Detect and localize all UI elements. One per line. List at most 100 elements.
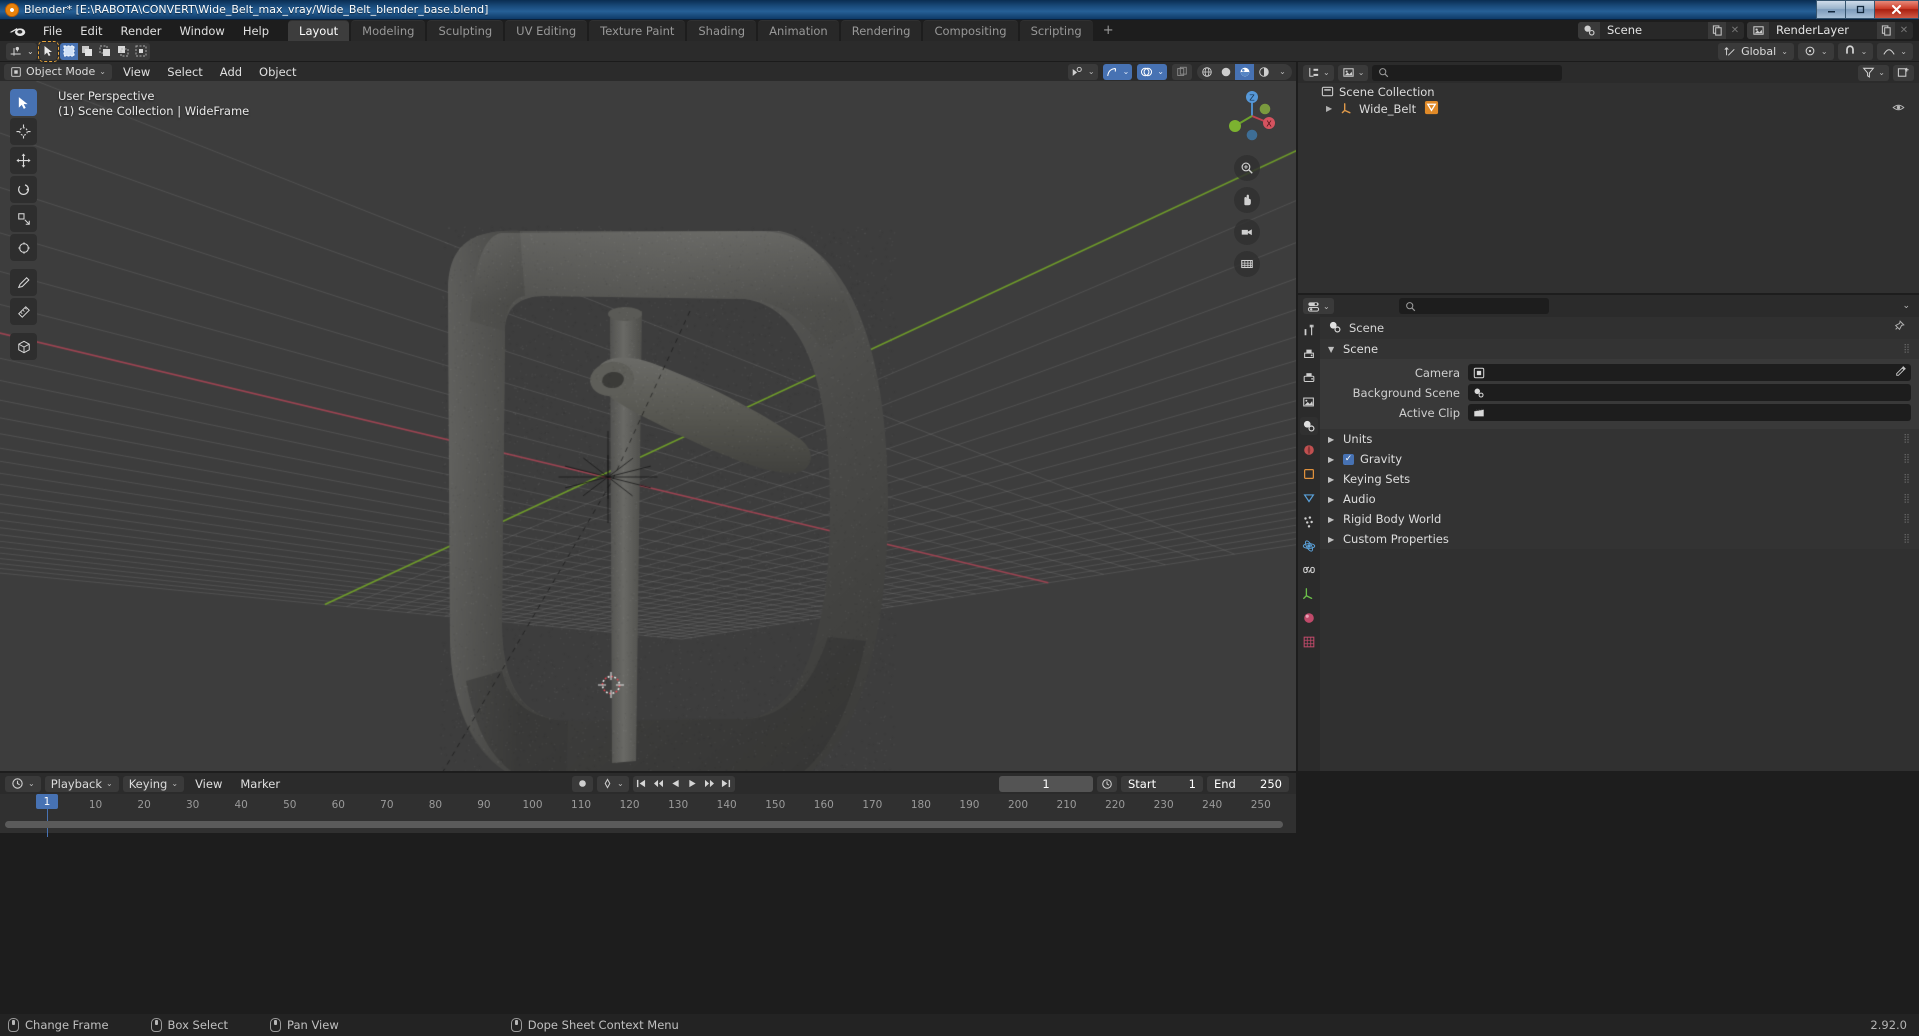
transform-orientation-dropdown[interactable]: Global ⌄ — [1718, 43, 1794, 60]
tab-particles-properties[interactable] — [1300, 513, 1318, 531]
menu-window[interactable]: Window — [170, 22, 233, 40]
move-tool[interactable] — [10, 147, 37, 174]
timeline-menu-keying[interactable]: Keying ⌄ — [123, 776, 184, 792]
tab-physics-properties[interactable] — [1300, 537, 1318, 555]
timeline-playhead[interactable]: 1 — [36, 794, 58, 809]
tab-tool-properties[interactable] — [1300, 321, 1318, 339]
jump-to-start-button[interactable] — [633, 776, 650, 792]
scale-tool[interactable] — [10, 205, 37, 232]
timeline-menu-marker[interactable]: Marker — [233, 776, 287, 792]
end-frame-field[interactable]: End 250 — [1207, 776, 1289, 792]
tab-modeling[interactable]: Modeling — [351, 20, 425, 42]
panel-expand-triangle-icon[interactable]: ▶ — [1328, 435, 1337, 444]
auto-keying-button[interactable] — [572, 776, 593, 792]
tab-output-properties[interactable] — [1300, 369, 1318, 387]
tab-scene-properties[interactable] — [1300, 417, 1318, 435]
active-tool-icon[interactable]: ⌄ — [6, 43, 37, 60]
jump-to-end-button[interactable] — [718, 776, 735, 792]
3d-viewport[interactable]: Object Mode ⌄ View Select Add Object ⌄ ⌄… — [0, 62, 1296, 771]
pan-hand-button[interactable] — [1234, 187, 1260, 213]
shading-rendered-button[interactable] — [1254, 64, 1273, 80]
tab-data-properties[interactable] — [1300, 585, 1318, 603]
tab-shading[interactable]: Shading — [687, 20, 756, 42]
select-extend-button[interactable] — [78, 43, 96, 60]
add-workspace-button[interactable]: + — [1095, 21, 1122, 40]
outliner-filter-button[interactable]: ⌄ — [1858, 65, 1889, 81]
properties-panel[interactable]: ⌄ ⌄ Scene ▼ Scene ⣿ Camera Background Sc… — [1298, 295, 1919, 771]
panel-header-audio[interactable]: ▶ Audio ⣿ — [1320, 489, 1919, 509]
blender-logo-icon[interactable] — [8, 24, 28, 38]
modifier-badge-icon[interactable] — [1424, 100, 1439, 118]
gravity-checkbox[interactable]: ✓ — [1343, 454, 1354, 465]
panel-expand-triangle-icon[interactable]: ▶ — [1328, 495, 1337, 504]
tab-world-properties[interactable] — [1300, 441, 1318, 459]
outliner-display-mode-dropdown[interactable]: ⌄ — [1303, 65, 1334, 81]
play-button[interactable] — [684, 776, 701, 792]
navigation-gizmo[interactable]: Z X — [1222, 86, 1282, 277]
start-frame-field[interactable]: Start 1 — [1121, 776, 1203, 792]
timeline-menu-view[interactable]: View — [188, 776, 229, 792]
tab-modifier-properties[interactable] — [1300, 489, 1318, 507]
object-mode-dropdown[interactable]: Object Mode ⌄ — [4, 64, 112, 80]
field-active-clip[interactable] — [1468, 404, 1911, 421]
tab-texture-paint[interactable]: Texture Paint — [589, 20, 685, 42]
panel-header-units[interactable]: ▶ Units ⣿ — [1320, 429, 1919, 449]
scene-name[interactable]: Scene — [1600, 22, 1708, 39]
shading-options-dropdown[interactable]: ⌄ — [1273, 64, 1292, 80]
close-button[interactable] — [1874, 0, 1919, 19]
viewport-canvas[interactable] — [0, 81, 1296, 771]
panel-expand-triangle-icon[interactable]: ▶ — [1328, 455, 1337, 464]
select-invert-button[interactable] — [114, 43, 132, 60]
menu-help[interactable]: Help — [234, 22, 278, 40]
tweak-tool[interactable] — [10, 89, 37, 116]
pin-icon[interactable] — [1892, 320, 1905, 336]
camera-view-button[interactable] — [1234, 219, 1260, 245]
play-reverse-button[interactable] — [667, 776, 684, 792]
field-background-scene[interactable] — [1468, 384, 1911, 401]
annotate-tool[interactable] — [10, 269, 37, 296]
snap-magnet-toggle[interactable]: ⌄ — [1838, 43, 1874, 60]
tab-texture-properties[interactable] — [1300, 633, 1318, 651]
outliner-row-wide-belt[interactable]: ▶ Wide_Belt — [1298, 100, 1919, 117]
tab-constraints-properties[interactable] — [1300, 561, 1318, 579]
measure-tool[interactable] — [10, 298, 37, 325]
expand-triangle-icon[interactable]: ▶ — [1326, 104, 1335, 113]
menu-file[interactable]: File — [34, 22, 71, 40]
next-keyframe-button[interactable] — [701, 776, 718, 792]
timeline-editor[interactable]: ⌄ Playback ⌄ Keying ⌄ View Marker ⌄ 1 St… — [0, 773, 1296, 833]
proportional-editing-toggle[interactable]: ⌄ — [1877, 43, 1913, 60]
timeline-menu-playback[interactable]: Playback ⌄ — [45, 776, 119, 792]
snap-pivot-dropdown[interactable]: ⌄ — [1798, 43, 1834, 60]
panel-header-gravity[interactable]: ▶ ✓ Gravity ⣿ — [1320, 449, 1919, 469]
timeline-editor-type-dropdown[interactable]: ⌄ — [5, 776, 41, 792]
current-frame-field[interactable]: 1 — [999, 776, 1093, 792]
keying-set-dropdown[interactable]: ⌄ — [597, 776, 629, 792]
tab-object-properties[interactable] — [1300, 465, 1318, 483]
viewport-menu-view[interactable]: View — [115, 64, 158, 80]
zoom-button[interactable] — [1234, 155, 1260, 181]
cursor-tool[interactable] — [10, 118, 37, 145]
viewport-menu-object[interactable]: Object — [251, 64, 304, 80]
tab-layout[interactable]: Layout — [288, 20, 349, 42]
eyedropper-icon[interactable] — [1895, 365, 1907, 380]
remove-viewlayer-button[interactable]: ✕ — [1895, 22, 1913, 39]
menu-render[interactable]: Render — [112, 22, 171, 40]
viewport-menu-select[interactable]: Select — [159, 64, 210, 80]
transform-tool[interactable] — [10, 234, 37, 261]
visibility-dropdown[interactable]: ⌄ — [1068, 64, 1098, 80]
viewlayer-name[interactable]: RenderLayer — [1769, 22, 1877, 39]
outliner-filter-id-dropdown[interactable]: ⌄ — [1338, 65, 1369, 81]
shading-material-preview-button[interactable] — [1235, 64, 1254, 80]
unlink-scene-button[interactable]: ✕ — [1726, 22, 1744, 39]
properties-editor-type-dropdown[interactable]: ⌄ — [1303, 298, 1334, 314]
previous-keyframe-button[interactable] — [650, 776, 667, 792]
outliner-panel[interactable]: ⌄ ⌄ ⌄ Scene Collection ▶ Wide_Belt — [1298, 62, 1919, 293]
menu-edit[interactable]: Edit — [71, 22, 111, 40]
tweak-tool-button[interactable] — [40, 43, 57, 60]
eye-icon[interactable] — [1892, 101, 1905, 117]
tab-rendering[interactable]: Rendering — [841, 20, 922, 42]
new-scene-button[interactable] — [1708, 22, 1726, 39]
tab-animation[interactable]: Animation — [758, 20, 839, 42]
xray-toggle[interactable] — [1172, 64, 1192, 80]
panel-expand-triangle-icon[interactable]: ▶ — [1328, 515, 1337, 524]
